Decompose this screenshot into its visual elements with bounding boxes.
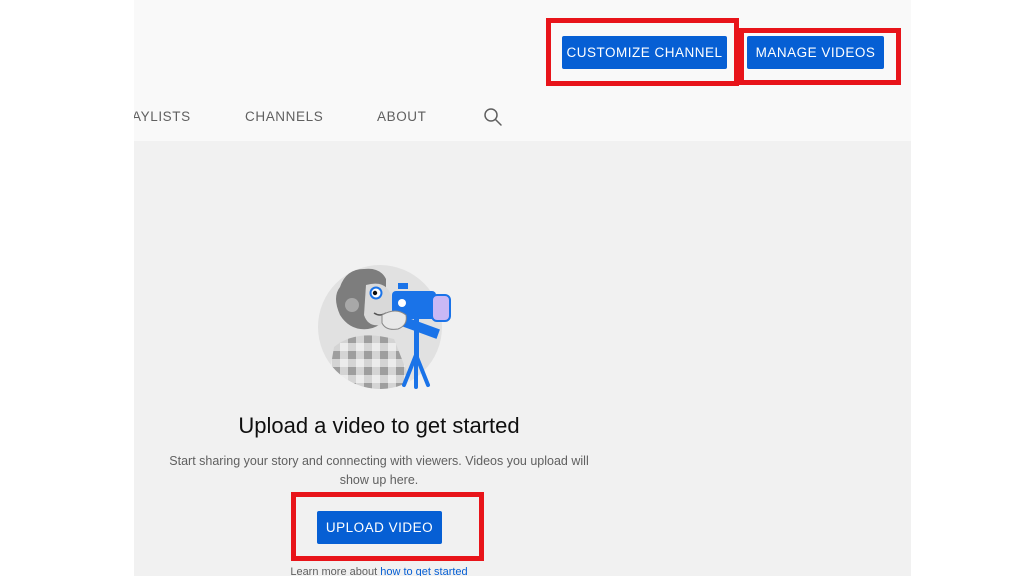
learn-more-link[interactable]: how to get started bbox=[380, 566, 467, 576]
tab-channels[interactable]: CHANNELS bbox=[245, 109, 323, 124]
channel-page: CUSTOMIZE CHANNEL MANAGE VIDEOS AYLISTS … bbox=[134, 0, 911, 576]
manage-videos-button[interactable]: MANAGE VIDEOS bbox=[747, 36, 884, 69]
upload-video-button[interactable]: UPLOAD VIDEO bbox=[317, 511, 442, 544]
videographer-illustration bbox=[318, 265, 451, 389]
empty-state-title: Upload a video to get started bbox=[238, 413, 520, 438]
empty-state-description: Start sharing your story and connecting … bbox=[169, 454, 589, 487]
channel-header: CUSTOMIZE CHANNEL MANAGE VIDEOS AYLISTS … bbox=[134, 0, 911, 141]
learn-more-text: Learn more about how to get started bbox=[134, 566, 624, 576]
learn-more-prefix: Learn more about bbox=[290, 566, 381, 576]
tab-playlists[interactable]: AYLISTS bbox=[134, 109, 191, 124]
customize-channel-button[interactable]: CUSTOMIZE CHANNEL bbox=[562, 36, 727, 69]
search-icon[interactable] bbox=[483, 107, 503, 127]
tab-about[interactable]: ABOUT bbox=[377, 109, 427, 124]
